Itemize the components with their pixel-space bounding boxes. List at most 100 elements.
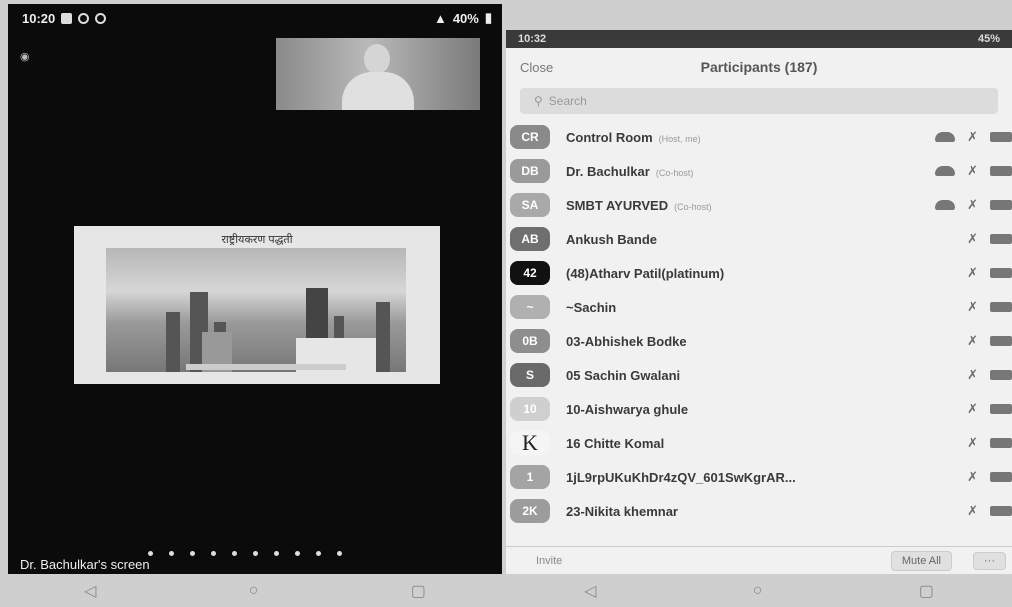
avatar: CR xyxy=(510,125,550,149)
participant-row[interactable]: 0B 03-Abhishek Bodke ✗ xyxy=(506,324,1012,358)
participant-status-icons: ✗ xyxy=(967,503,1012,519)
participant-row[interactable]: AB Ankush Bande ✗ xyxy=(506,222,1012,256)
avatar: 2K xyxy=(510,499,550,523)
participant-status-icons: ✗ xyxy=(967,469,1012,485)
avatar: SA xyxy=(510,193,550,217)
video-off-icon[interactable] xyxy=(990,370,1012,380)
participant-row[interactable]: S 05 Sachin Gwalani ✗ xyxy=(506,358,1012,392)
participant-row[interactable]: CR Control Room (Host, me) ✗ xyxy=(506,120,1012,154)
participant-name: 10-Aishwarya ghule xyxy=(566,402,694,417)
back-icon[interactable]: ◁ xyxy=(84,581,96,601)
participant-name: 23-Nikita khemnar xyxy=(566,504,684,519)
mic-muted-icon[interactable]: ✗ xyxy=(967,435,978,451)
more-button[interactable]: ··· xyxy=(973,551,1006,570)
screen-share-view: 10:20 ▲ 40% ▮ ◉ राष्ट्रीयकरण पद्धती Dr. … xyxy=(8,4,502,574)
video-off-icon[interactable] xyxy=(990,234,1012,244)
participant-name-text: Ankush Bande xyxy=(566,231,658,247)
mic-muted-icon[interactable]: ✗ xyxy=(967,503,978,519)
mic-muted-icon[interactable]: ✗ xyxy=(967,333,978,349)
video-off-icon[interactable] xyxy=(990,336,1012,346)
cloud-icon xyxy=(935,200,956,210)
mute-all-button[interactable]: Mute All xyxy=(890,550,952,571)
participant-status-icons: ✗ xyxy=(967,435,1012,451)
home-icon[interactable]: ○ xyxy=(249,582,259,600)
participant-name-text: Control Room xyxy=(566,129,653,145)
avatar: 0B xyxy=(510,329,550,353)
video-thumbnail[interactable] xyxy=(276,38,480,110)
participant-role: (Co-host) xyxy=(655,167,694,178)
mic-muted-icon[interactable]: ✗ xyxy=(967,367,978,383)
participant-row[interactable]: SA SMBT AYURVED (Co-host) ✗ xyxy=(506,188,1012,222)
video-off-icon[interactable] xyxy=(990,472,1012,482)
recents-icon[interactable]: ▢ xyxy=(919,581,934,601)
search-input[interactable]: ⚲ Search xyxy=(520,88,998,114)
page-indicator xyxy=(148,551,342,556)
search-placeholder: Search xyxy=(548,94,587,108)
status-time: 10:20 xyxy=(22,10,56,26)
person-body xyxy=(342,72,414,110)
participant-row[interactable]: 10 10-Aishwarya ghule ✗ xyxy=(506,392,1012,426)
participant-name-text: SMBT AYURVED xyxy=(566,197,669,213)
participant-role: (Host, me) xyxy=(658,133,701,144)
share-caption: Dr. Bachulkar's screen xyxy=(20,557,150,572)
video-off-icon[interactable] xyxy=(990,438,1012,448)
mic-muted-icon[interactable]: ✗ xyxy=(967,401,978,417)
battery-icon: ▮ xyxy=(484,10,492,25)
video-off-icon[interactable] xyxy=(990,506,1012,516)
participant-row[interactable]: 1 1jL9rpUKuKhDr4zQV_601SwKgrAR... ✗ xyxy=(506,460,1012,494)
avatar: 10 xyxy=(510,397,550,421)
app-icon xyxy=(95,12,107,24)
participant-status-icons: ✗ xyxy=(935,129,1012,145)
video-off-icon[interactable] xyxy=(990,302,1012,312)
speaker-icon: ◉ xyxy=(20,51,30,63)
nav-bar-left: ◁ ○ ▢ xyxy=(8,574,502,607)
home-icon[interactable]: ○ xyxy=(753,582,763,600)
participant-name: 1jL9rpUKuKhDr4zQV_601SwKgrAR... xyxy=(566,470,802,485)
avatar: K xyxy=(510,430,550,455)
participant-list: CR Control Room (Host, me) ✗ DB Dr. Bachulkar… xyxy=(506,120,1012,528)
mic-muted-icon[interactable]: ✗ xyxy=(967,265,978,281)
participant-name: Control Room (Host, me) xyxy=(566,130,701,145)
participant-name-text: 1jL9rpUKuKhDr4zQV_601SwKgrAR... xyxy=(566,469,796,485)
mic-muted-icon[interactable]: ✗ xyxy=(967,469,978,485)
battery-level: 45% xyxy=(977,33,1000,45)
back-icon[interactable]: ◁ xyxy=(584,581,596,601)
notification-icon xyxy=(61,12,73,24)
mic-muted-icon[interactable]: ✗ xyxy=(967,299,978,315)
participant-name-text: 10-Aishwarya ghule xyxy=(566,401,689,417)
participant-row[interactable]: 2K 23-Nikita khemnar ✗ xyxy=(506,494,1012,528)
slide-title: राष्ट्रीयकरण पद्धती xyxy=(221,234,293,246)
video-off-icon[interactable] xyxy=(990,132,1012,142)
participant-status-icons: ✗ xyxy=(967,333,1012,349)
participants-panel: 10:32 45% Close Participants (187) ⚲ Sea… xyxy=(506,30,1012,574)
participant-status-icons: ✗ xyxy=(967,299,1012,315)
recents-icon[interactable]: ▢ xyxy=(411,581,426,601)
participant-row[interactable]: K 16 Chitte Komal ✗ xyxy=(506,426,1012,460)
video-off-icon[interactable] xyxy=(990,166,1012,176)
participant-name-text: (48)Atharv Patil(platinum) xyxy=(566,265,725,281)
mic-muted-icon[interactable]: ✗ xyxy=(967,163,978,179)
shared-slide: राष्ट्रीयकरण पद्धती xyxy=(74,226,440,384)
mic-muted-icon[interactable]: ✗ xyxy=(967,197,978,213)
participant-row[interactable]: ~ ~Sachin ✗ xyxy=(506,290,1012,324)
participant-row[interactable]: DB Dr. Bachulkar (Co-host) ✗ xyxy=(506,154,1012,188)
signal-icon: ▲ xyxy=(433,10,447,26)
mic-muted-icon[interactable]: ✗ xyxy=(967,231,978,247)
participant-row[interactable]: 42 (48)Atharv Patil(platinum) ✗ xyxy=(506,256,1012,290)
mic-muted-icon[interactable]: ✗ xyxy=(967,129,978,145)
sync-icon xyxy=(78,12,90,24)
participant-role: (Co-host) xyxy=(674,201,712,212)
participant-name-text: 03-Abhishek Bodke xyxy=(566,333,687,349)
video-off-icon[interactable] xyxy=(990,404,1012,414)
audio-indicator[interactable]: ◉ xyxy=(20,50,34,63)
panel-header: Close Participants (187) xyxy=(506,48,1012,86)
close-button[interactable]: Close xyxy=(520,60,553,75)
invite-button[interactable]: Invite xyxy=(536,555,562,567)
participant-name: SMBT AYURVED (Co-host) xyxy=(566,198,712,213)
video-off-icon[interactable] xyxy=(990,200,1012,210)
participant-name-text: ~Sachin xyxy=(566,299,617,315)
participant-status-icons: ✗ xyxy=(967,367,1012,383)
video-off-icon[interactable] xyxy=(990,268,1012,278)
avatar: AB xyxy=(510,227,550,251)
panel-footer: Invite Mute All ··· xyxy=(506,546,1012,574)
